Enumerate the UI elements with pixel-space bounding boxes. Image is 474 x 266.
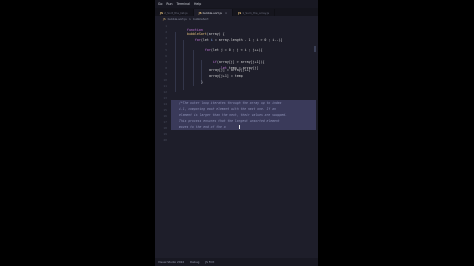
javascript-file-icon: JS	[160, 10, 164, 15]
status-item[interactable]: Visual Studio 2022	[158, 260, 184, 264]
javascript-file-icon: JS	[198, 10, 202, 15]
code-token: = array.length - 1 ; i > 0 ; i--){	[212, 38, 283, 42]
menu-help[interactable]: Help	[194, 2, 201, 6]
line-number: 11	[163, 84, 167, 88]
comment-line: i-1, comparing each element with the nex…	[179, 107, 276, 111]
tab-sum-the-array[interactable]: JS 1_Sum_the_array.js	[233, 9, 276, 16]
code-line: }	[201, 80, 203, 84]
comment-line: element is larger than the next, their v…	[179, 113, 288, 117]
code-editor[interactable]: 1 2 3 4 5 6 7 8 9 10 11 12 13 14 15 16 1…	[155, 22, 318, 258]
line-number: 4	[165, 42, 167, 46]
line-number: 7	[165, 60, 167, 64]
line-number: 6	[165, 54, 167, 58]
menu-bar: Go Run Terminal Help	[155, 0, 318, 8]
line-number: 1	[165, 24, 167, 28]
line-number: 15	[163, 108, 167, 112]
line-number-gutter: 1 2 3 4 5 6 7 8 9 10 11 12 13 14 15 16 1…	[155, 22, 169, 258]
code-line: let temp = array[j]	[209, 62, 259, 70]
line-number: 16	[163, 114, 167, 118]
scrollbar-thumb[interactable]	[314, 46, 316, 52]
line-number: 5	[165, 48, 167, 52]
editor-tab-bar: JS 2_Sort_the_list.js JS bubble-sort.js …	[155, 8, 318, 16]
breadcrumb-file[interactable]: bubble-sort.js	[168, 17, 187, 21]
line-number: 13	[163, 96, 167, 100]
text-cursor	[239, 125, 240, 129]
indent-guide	[183, 40, 184, 90]
comment-line: moves to the end of the a	[179, 125, 226, 129]
comment-line: /*The outer loop iterates through the ar…	[179, 101, 282, 105]
line-number: 3	[165, 36, 167, 40]
javascript-file-icon: JS	[238, 10, 242, 15]
tab-sort-the-list[interactable]: JS 2_Sort_the_list.js	[155, 9, 194, 16]
breadcrumb-symbol[interactable]: bubbleSort	[193, 17, 208, 21]
code-line: function bubbleSort(array) {	[175, 24, 225, 36]
code-line: for(let j = 0 ; j < i ; j++){	[193, 44, 263, 52]
tab-label: bubble-sort.js	[202, 10, 222, 15]
status-item[interactable]: Debug	[190, 260, 199, 264]
code-line: if(array[j] > array[j+1]){	[201, 56, 265, 64]
code-line: for(let i = array.length - 1 ; i > 0 ; i…	[183, 34, 282, 42]
close-icon[interactable]: ×	[225, 11, 227, 15]
line-number: 19	[163, 132, 167, 136]
code-token: (let	[200, 38, 211, 42]
line-number: 20	[163, 138, 167, 142]
comment-line: This process ensures that the largest un…	[179, 119, 280, 123]
tab-bubble-sort[interactable]: JS bubble-sort.js ×	[193, 9, 234, 16]
line-number: 10	[163, 78, 167, 82]
menu-run[interactable]: Run	[166, 2, 172, 6]
menu-terminal[interactable]: Terminal	[177, 2, 190, 6]
menu-go[interactable]: Go	[158, 2, 162, 6]
chevron-right-icon: >	[188, 17, 192, 21]
line-number: 17	[163, 120, 167, 124]
code-line: array[j] = array[j+1]	[209, 68, 251, 72]
code-token: (let j = 0 ; j < i ; j++){	[210, 48, 263, 52]
code-line: array[j+1] = temp	[209, 74, 243, 78]
line-number: 14	[163, 102, 167, 106]
line-number: 8	[165, 66, 167, 70]
line-number: 9	[165, 72, 167, 76]
status-item[interactable]: JS Fmt	[205, 260, 214, 264]
line-number: 2	[165, 30, 167, 34]
status-bar: Visual Studio 2022 Debug JS Fmt	[155, 258, 318, 266]
line-number: 12	[163, 90, 167, 94]
tab-label: 2_Sort_the_list.js	[164, 10, 188, 15]
javascript-file-icon: JS	[163, 17, 166, 21]
line-number: 18	[163, 126, 167, 130]
tab-label: 1_Sum_the_array.js	[242, 10, 270, 15]
vscode-window: Go Run Terminal Help JS 2_Sort_the_list.…	[155, 0, 318, 266]
indent-guide	[175, 32, 176, 92]
